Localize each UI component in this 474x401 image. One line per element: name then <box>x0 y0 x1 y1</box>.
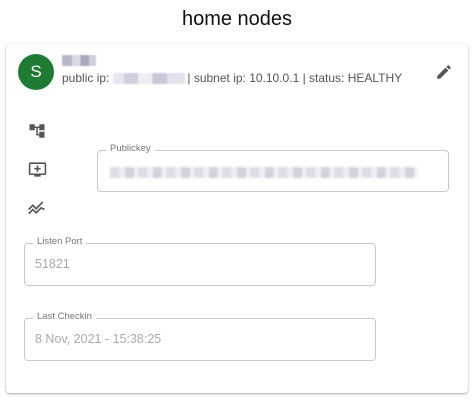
listen-port-field[interactable]: Listen Port 51821 <box>24 236 376 286</box>
last-checkin-value: 8 Nov, 2021 - 15:38:25 <box>35 332 162 346</box>
publickey-field[interactable]: Publickey <box>97 143 449 192</box>
pencil-icon <box>437 65 451 79</box>
page-title: home nodes <box>181 8 293 30</box>
trending-chart-icon <box>28 201 45 215</box>
edit-button[interactable] <box>434 62 454 82</box>
public-ip-redacted <box>113 72 186 84</box>
network-tree-icon <box>29 124 45 138</box>
node-card: S public ip: | subnet ip: 10.10.0.1 | st… <box>6 44 468 393</box>
add-monitor-icon <box>28 161 46 177</box>
node-name-redacted <box>62 55 96 66</box>
subnet-status-text: | subnet ip: 10.10.0.1 | status: HEALTHY <box>187 71 403 85</box>
node-subtitle: public ip: | subnet ip: 10.10.0.1 | stat… <box>62 71 402 85</box>
public-ip-label: public ip: <box>62 71 110 85</box>
add-monitor-button[interactable] <box>26 158 48 180</box>
last-checkin-field[interactable]: Last Checkin 8 Nov, 2021 - 15:38:25 <box>24 311 376 361</box>
trending-chart-button[interactable] <box>26 196 48 218</box>
publickey-label: Publickey <box>106 143 155 154</box>
network-tree-button[interactable] <box>26 120 48 142</box>
avatar: S <box>18 54 54 90</box>
listen-port-label: Listen Port <box>33 236 87 247</box>
listen-port-value: 51821 <box>35 257 70 271</box>
publickey-value-redacted <box>110 167 418 178</box>
last-checkin-label: Last Checkin <box>33 311 96 322</box>
